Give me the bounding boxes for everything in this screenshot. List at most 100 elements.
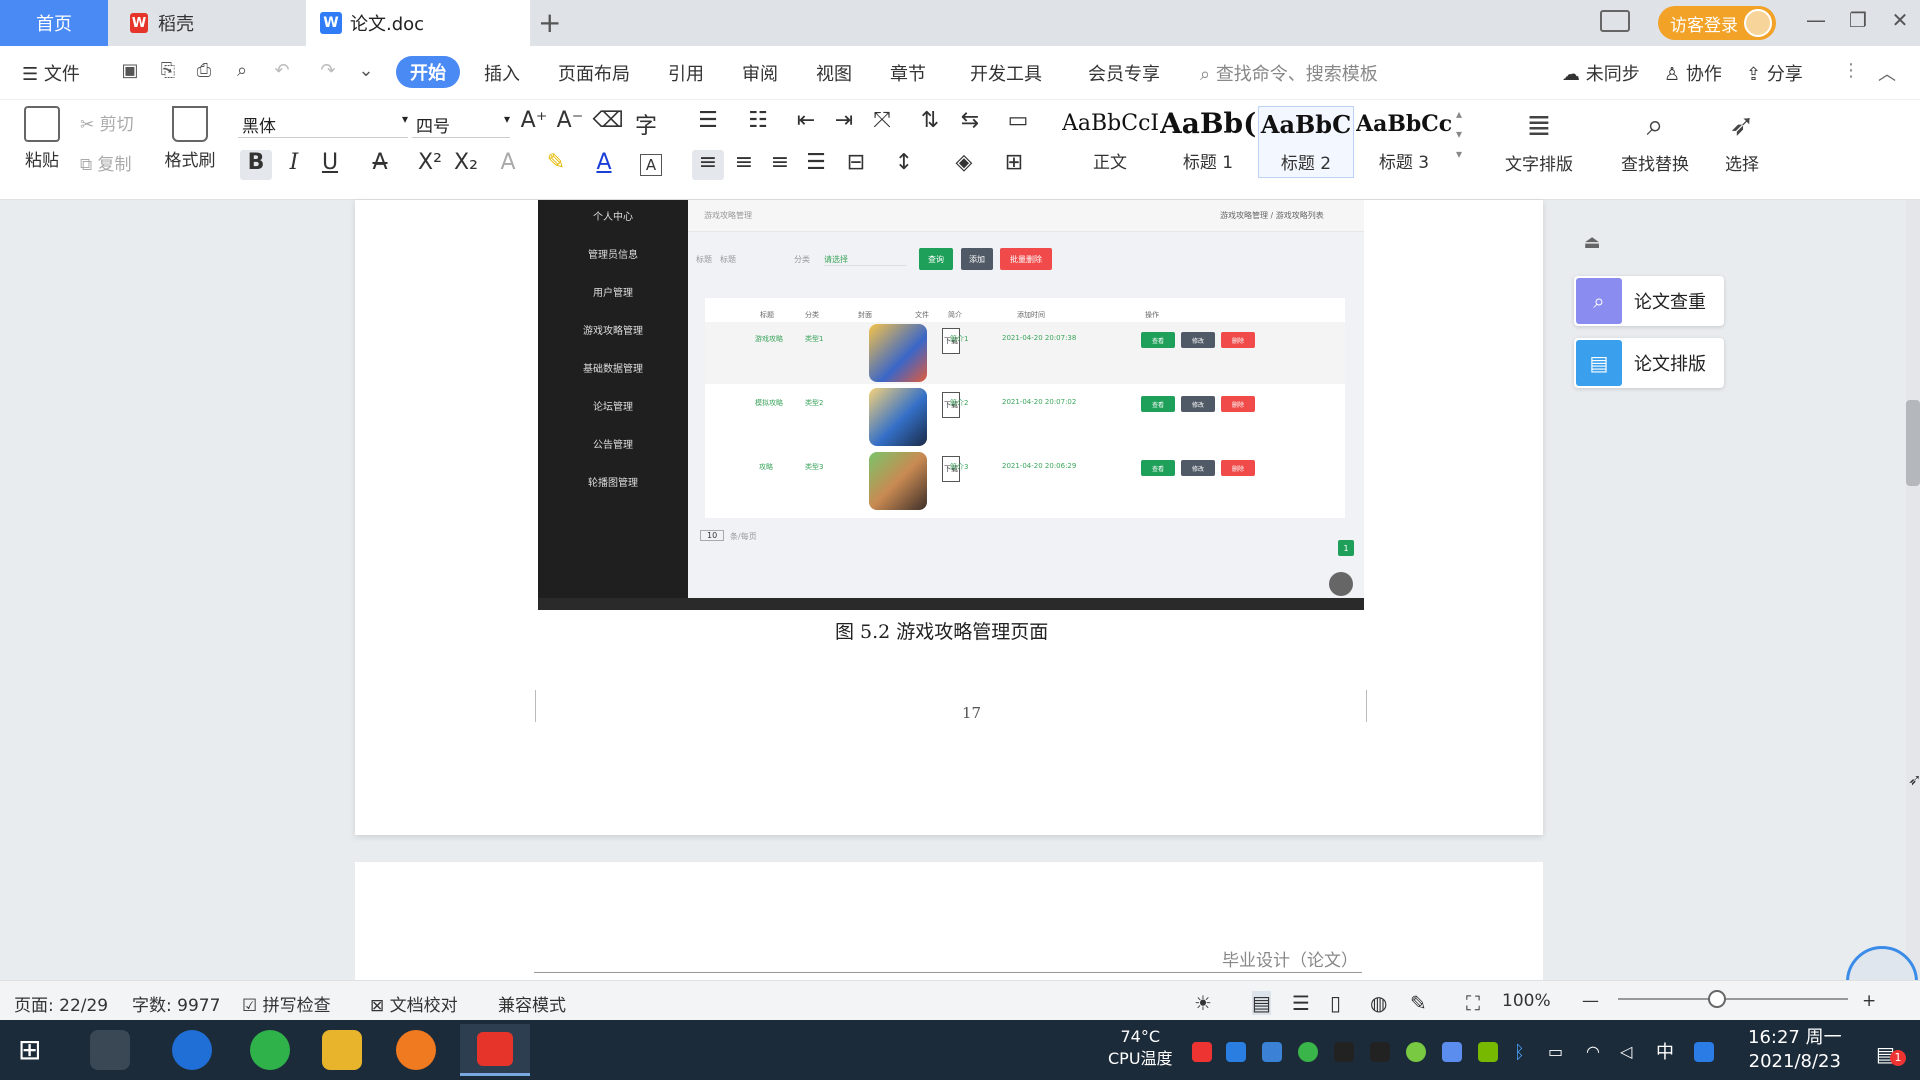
wifi-icon[interactable]: ◠ (1586, 1042, 1606, 1062)
write-mode-icon[interactable]: ✎ (1410, 991, 1427, 1015)
show-marks-icon[interactable]: ⇆ (954, 108, 986, 138)
window-layout-icon[interactable] (1600, 10, 1630, 32)
zoom-in-button[interactable]: + (1862, 991, 1876, 1011)
file-menu[interactable]: ☰ 文件 (22, 60, 80, 86)
volume-icon[interactable]: ◁ (1620, 1042, 1640, 1062)
web-view-icon[interactable]: ◍ (1370, 991, 1387, 1015)
next-document-page[interactable] (355, 862, 1543, 980)
customize-chevron-down-icon[interactable]: ⌄ (354, 60, 378, 82)
text-layout-button[interactable]: ≣ 文字排版 (1494, 108, 1584, 175)
align-left-icon[interactable]: ≡ (692, 150, 724, 180)
copy-button[interactable]: ⧉ 复制 (80, 150, 132, 175)
tray-app-icon[interactable] (1192, 1042, 1212, 1062)
fit-page-icon[interactable]: ⛶ (1466, 991, 1480, 1015)
decrease-indent-icon[interactable]: ⇤ (790, 108, 822, 138)
outline-view-icon[interactable]: ☰ (1292, 991, 1310, 1015)
undo-icon[interactable]: ↶ (270, 60, 294, 82)
collapse-ribbon-icon[interactable]: ︿ (1878, 60, 1896, 86)
chinese-layout-icon[interactable]: ⤧ (866, 108, 898, 138)
bluetooth-icon[interactable]: ᛒ (1514, 1042, 1534, 1063)
menu-member[interactable]: 会员专享 (1088, 60, 1160, 86)
app-pinwheel-icon[interactable] (90, 1030, 130, 1070)
scrollbar-track[interactable] (1906, 200, 1920, 980)
bullet-list-icon[interactable]: ☰ (692, 108, 724, 138)
select-button[interactable]: ➶ 选择 (1712, 108, 1772, 175)
font-size-select[interactable]: 四号 ▾ (412, 112, 510, 138)
table-ruler-icon[interactable]: ▭ (1002, 108, 1034, 138)
style-scroll-icon[interactable]: ▴ ▾ ▾ (1456, 104, 1462, 164)
font-color-icon[interactable]: A (588, 150, 620, 180)
save-icon[interactable]: ▣ (118, 60, 142, 82)
superscript-icon[interactable]: X² (414, 150, 446, 180)
sync-status[interactable]: ☁ 未同步 (1562, 60, 1640, 86)
battery-icon[interactable]: ▭ (1548, 1042, 1568, 1062)
visitor-login-button[interactable]: 访客登录 (1658, 6, 1776, 40)
increase-indent-icon[interactable]: ⇥ (828, 108, 860, 138)
print-preview-icon[interactable]: ⌕ (230, 60, 254, 82)
eye-protection-icon[interactable]: ☀ (1194, 991, 1212, 1015)
distribute-icon[interactable]: ⊟ (840, 150, 872, 180)
char-border-icon[interactable]: A (640, 154, 662, 176)
spell-check-toggle[interactable]: ☑ 拼写检查 (242, 991, 331, 1016)
scrollbar-thumb[interactable] (1906, 400, 1920, 486)
tray-app-icon[interactable] (1406, 1042, 1426, 1062)
italic-icon[interactable]: I (278, 150, 310, 180)
menu-developer[interactable]: 开发工具 (970, 60, 1042, 86)
export-icon[interactable]: ⎘ (156, 60, 180, 82)
numbered-list-icon[interactable]: ☷ (742, 108, 774, 138)
align-center-icon[interactable]: ≡ (728, 150, 760, 180)
tab-home[interactable]: 首页 (0, 0, 108, 46)
bold-icon[interactable]: B (240, 150, 272, 180)
phonetic-icon[interactable]: 字 (630, 108, 662, 139)
close-button[interactable]: ✕ (1880, 8, 1920, 32)
line-spacing-icon[interactable]: ↕ (888, 150, 920, 180)
cpu-temperature[interactable]: 74°C CPU温度 (1108, 1026, 1173, 1070)
style-normal[interactable]: AaBbCcI 正文 (1062, 106, 1158, 178)
zoom-level[interactable]: 100% (1502, 991, 1551, 1011)
search-app-icon[interactable] (1694, 1042, 1714, 1062)
align-right-icon[interactable]: ≡ (764, 150, 796, 180)
qq-icon[interactable] (1334, 1042, 1354, 1062)
format-painter-button[interactable]: 格式刷 (160, 106, 220, 171)
tray-app-icon[interactable] (1298, 1042, 1318, 1062)
more-icon[interactable]: ⋮ (1842, 60, 1860, 81)
paper-layout-button[interactable]: ▤ 论文排版 (1574, 338, 1724, 388)
paste-button[interactable]: 粘贴 (12, 106, 72, 171)
find-replace-button[interactable]: ⌕ 查找替换 (1610, 108, 1700, 175)
style-heading-3[interactable]: AaBbCcl 标题 3 (1356, 106, 1452, 178)
browser-icon[interactable] (250, 1030, 290, 1070)
zoom-slider[interactable] (1618, 998, 1848, 1000)
nvidia-icon[interactable] (1478, 1042, 1498, 1062)
menu-references[interactable]: 引用 (668, 60, 704, 86)
tab-wps[interactable]: W 稻壳 (112, 0, 302, 46)
cut-button[interactable]: ✂ 剪切 (80, 110, 134, 135)
redo-icon[interactable]: ↷ (316, 60, 340, 82)
text-effect-icon[interactable]: A (492, 150, 524, 180)
print-icon[interactable]: ⎙ (192, 60, 216, 82)
menu-chapter[interactable]: 章节 (890, 60, 926, 86)
page-indicator[interactable]: 页面: 22/29 (14, 991, 108, 1016)
menu-page-layout[interactable]: 页面布局 (558, 60, 630, 86)
command-search[interactable]: ⌕ 查找命令、搜索模板 (1200, 60, 1378, 86)
justify-icon[interactable]: ☰ (800, 150, 832, 180)
share-button[interactable]: ⇪ 分享 (1746, 60, 1803, 86)
menu-home[interactable]: 开始 (396, 56, 460, 88)
internet-explorer-icon[interactable] (172, 1030, 212, 1070)
subscript-icon[interactable]: X₂ (450, 150, 482, 180)
shading-icon[interactable]: ◈ (948, 150, 980, 180)
menu-insert[interactable]: 插入 (484, 60, 520, 86)
media-app-icon[interactable] (396, 1030, 436, 1070)
style-heading-2[interactable]: AaBbC 标题 2 (1258, 106, 1354, 178)
tray-app-icon[interactable] (1226, 1042, 1246, 1062)
tab-document[interactable]: W 论文.doc (306, 0, 530, 46)
zoom-slider-handle[interactable] (1708, 990, 1726, 1008)
menu-review[interactable]: 审阅 (742, 60, 778, 86)
shrink-font-icon[interactable]: A⁻ (554, 108, 586, 138)
zoom-out-button[interactable]: — (1582, 991, 1599, 1011)
wps-taskbar-button[interactable] (460, 1024, 530, 1076)
style-heading-1[interactable]: AaBb( 标题 1 (1160, 106, 1256, 178)
menu-view[interactable]: 视图 (816, 60, 852, 86)
clear-format-icon[interactable]: ⌫ (592, 108, 624, 138)
collapse-panel-icon[interactable]: ⏏ (1578, 232, 1606, 260)
strikethrough-icon[interactable]: A (364, 150, 396, 180)
